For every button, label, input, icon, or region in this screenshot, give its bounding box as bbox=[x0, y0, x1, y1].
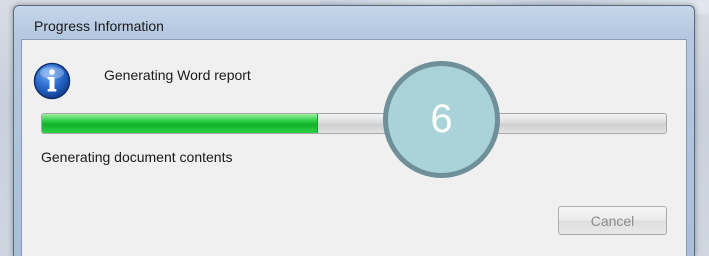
cancel-button[interactable]: Cancel bbox=[558, 206, 667, 235]
progress-status: Generating document contents bbox=[41, 149, 233, 165]
dialog-titlebar[interactable]: Progress Information bbox=[14, 6, 694, 42]
progress-bar-fill bbox=[42, 114, 318, 133]
dialog-body: Generating Word report Generating docume… bbox=[21, 39, 687, 256]
progress-message: Generating Word report bbox=[104, 67, 251, 83]
screenshot-canvas: Progress Information Generating Word rep… bbox=[0, 0, 709, 256]
progress-bar bbox=[41, 113, 667, 134]
progress-dialog: Progress Information Generating Word rep… bbox=[13, 5, 695, 256]
step-number-marker: 6 bbox=[383, 61, 500, 178]
information-icon bbox=[33, 62, 71, 100]
dialog-title: Progress Information bbox=[34, 18, 164, 34]
step-number: 6 bbox=[430, 97, 453, 141]
